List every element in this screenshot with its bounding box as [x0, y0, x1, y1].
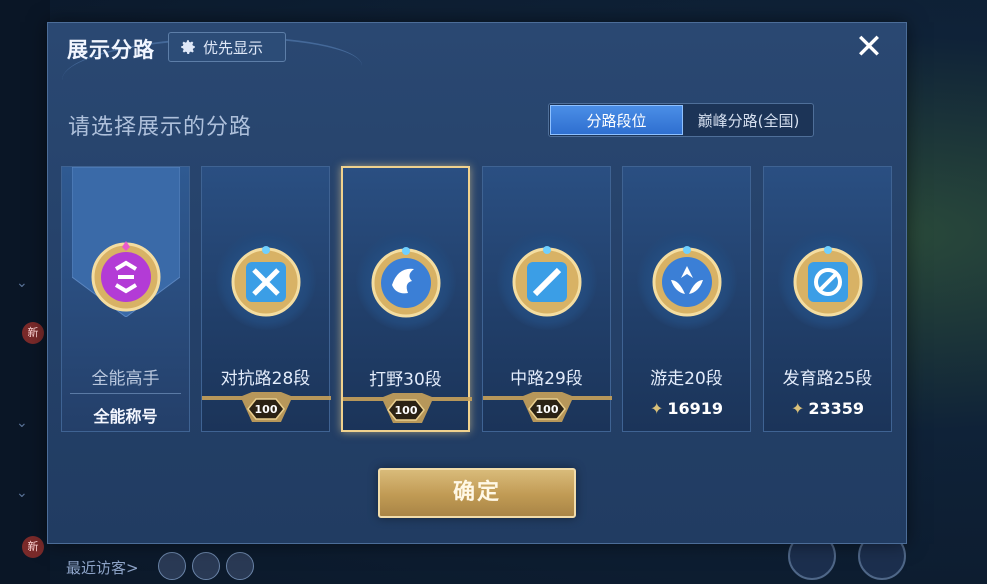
tab-lane-rank[interactable]: 分路段位	[550, 105, 683, 135]
chevron-down-icon: ⌄	[16, 275, 28, 291]
svg-text:100: 100	[535, 403, 558, 416]
instruction-text: 请选择展示的分路	[68, 115, 253, 140]
card-label: 游走20段	[650, 369, 723, 389]
star-points-icon: ✦	[649, 399, 664, 418]
card-label: 对抗路28段	[220, 369, 311, 389]
rank-100-badge: 100	[527, 398, 566, 420]
jungle-medal-icon	[371, 247, 440, 318]
close-icon[interactable]: ✕	[852, 30, 886, 64]
peak-points: ✦ 16919	[623, 399, 750, 418]
priority-display-label: 优先显示	[203, 38, 264, 57]
new-badge: 新	[22, 322, 44, 344]
visitor-avatar[interactable]	[226, 552, 254, 580]
roam-medal-icon	[652, 246, 721, 317]
card-label: 打野30段	[369, 370, 442, 390]
clash-lane-medal-icon	[231, 246, 300, 317]
new-badge: 新	[22, 536, 44, 558]
chevron-down-icon: ⌄	[16, 485, 28, 501]
points-value: 16919	[667, 399, 724, 418]
card-label: 发育路25段	[782, 369, 873, 389]
gear-icon	[181, 40, 195, 54]
rank-100-badge: 100	[386, 399, 425, 421]
points-value: 23359	[808, 399, 865, 418]
card-label: 中路29段	[510, 369, 583, 389]
lane-card-clash-lane[interactable]: 对抗路28段 100	[201, 166, 331, 432]
rank-100-badge: 100	[246, 398, 285, 420]
mid-lane-medal-icon	[512, 246, 581, 317]
chevron-down-icon: ⌄	[16, 415, 28, 431]
lane-card-jungle[interactable]: 打野30段 100	[341, 166, 472, 432]
lane-card-mid-lane[interactable]: 中路29段 100	[482, 166, 612, 432]
all-round-medal-icon	[91, 241, 160, 312]
svg-text:100: 100	[254, 403, 277, 416]
tab-peak-lane-national[interactable]: 巅峰分路(全国)	[684, 104, 813, 136]
farm-lane-medal-icon	[793, 246, 862, 317]
priority-display-button[interactable]: 优先显示	[168, 32, 286, 62]
all-round-title-label: 全能称号	[93, 407, 158, 426]
visitor-avatar[interactable]	[192, 552, 220, 580]
visitor-avatar[interactable]	[158, 552, 186, 580]
lane-card-roam[interactable]: 游走20段 ✦ 16919	[622, 166, 751, 432]
svg-text:100: 100	[394, 404, 417, 417]
divider	[70, 393, 181, 394]
lane-card-farm-lane[interactable]: 发育路25段 ✦ 23359	[763, 166, 892, 432]
recent-visitors-link[interactable]: 最近访客>	[66, 557, 139, 578]
rank-type-toggle: 分路段位 巅峰分路(全国)	[548, 103, 814, 137]
card-label: 全能高手	[91, 369, 160, 389]
peak-points: ✦ 23359	[764, 399, 891, 418]
confirm-button[interactable]: 确定	[378, 468, 576, 518]
dialog-title: 展示分路	[67, 38, 155, 62]
lane-card-all-round[interactable]: 全能高手 全能称号	[61, 166, 190, 432]
star-points-icon: ✦	[790, 399, 805, 418]
